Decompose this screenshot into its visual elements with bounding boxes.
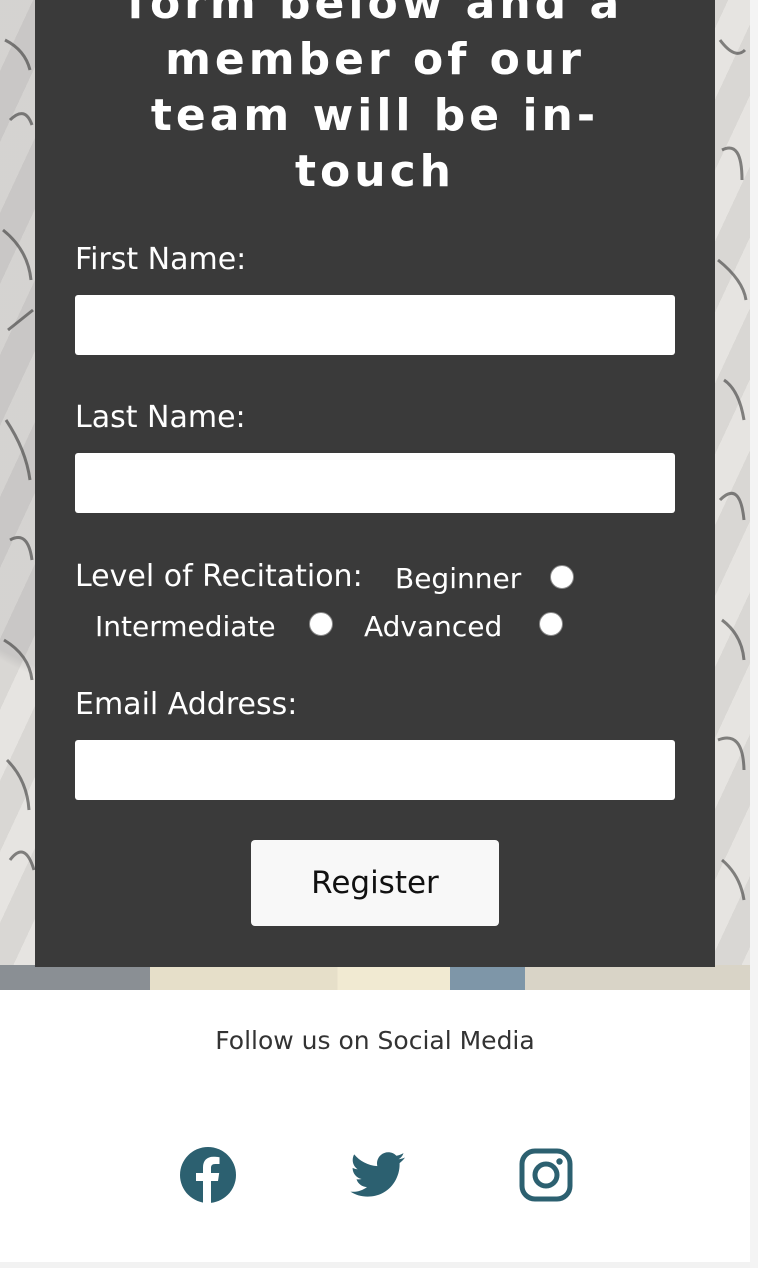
first-name-input[interactable] [75, 295, 675, 355]
beginner-radio[interactable] [550, 565, 574, 589]
heading-line: touch [295, 146, 455, 197]
follow-us-text: Follow us on Social Media [215, 1026, 535, 1055]
intermediate-label: Intermediate [95, 610, 276, 643]
twitter-icon[interactable] [348, 1145, 408, 1205]
beginner-label: Beginner [395, 562, 522, 595]
last-name-label: Last Name: [75, 400, 246, 435]
heading-line: team will be in- [150, 90, 600, 141]
page-edge [750, 0, 758, 1268]
advanced-radio[interactable] [539, 612, 563, 636]
form-heading: form below and a member of our team will… [35, 0, 715, 200]
level-of-recitation-label: Level of Recitation: [75, 559, 363, 594]
register-button[interactable]: Register [251, 840, 499, 926]
email-input[interactable] [75, 740, 675, 800]
instagram-icon[interactable] [516, 1145, 576, 1205]
advanced-label: Advanced [364, 610, 503, 643]
footer: Follow us on Social Media [0, 990, 750, 1262]
background-strip [0, 965, 750, 990]
heading-line: member of our [165, 34, 585, 85]
heading-line: form below and a [126, 0, 624, 29]
first-name-label: First Name: [75, 242, 247, 277]
facebook-icon[interactable] [178, 1145, 238, 1205]
intermediate-radio[interactable] [309, 612, 333, 636]
email-address-label: Email Address: [75, 687, 298, 722]
registration-panel: form below and a member of our team will… [35, 0, 715, 967]
last-name-input[interactable] [75, 453, 675, 513]
